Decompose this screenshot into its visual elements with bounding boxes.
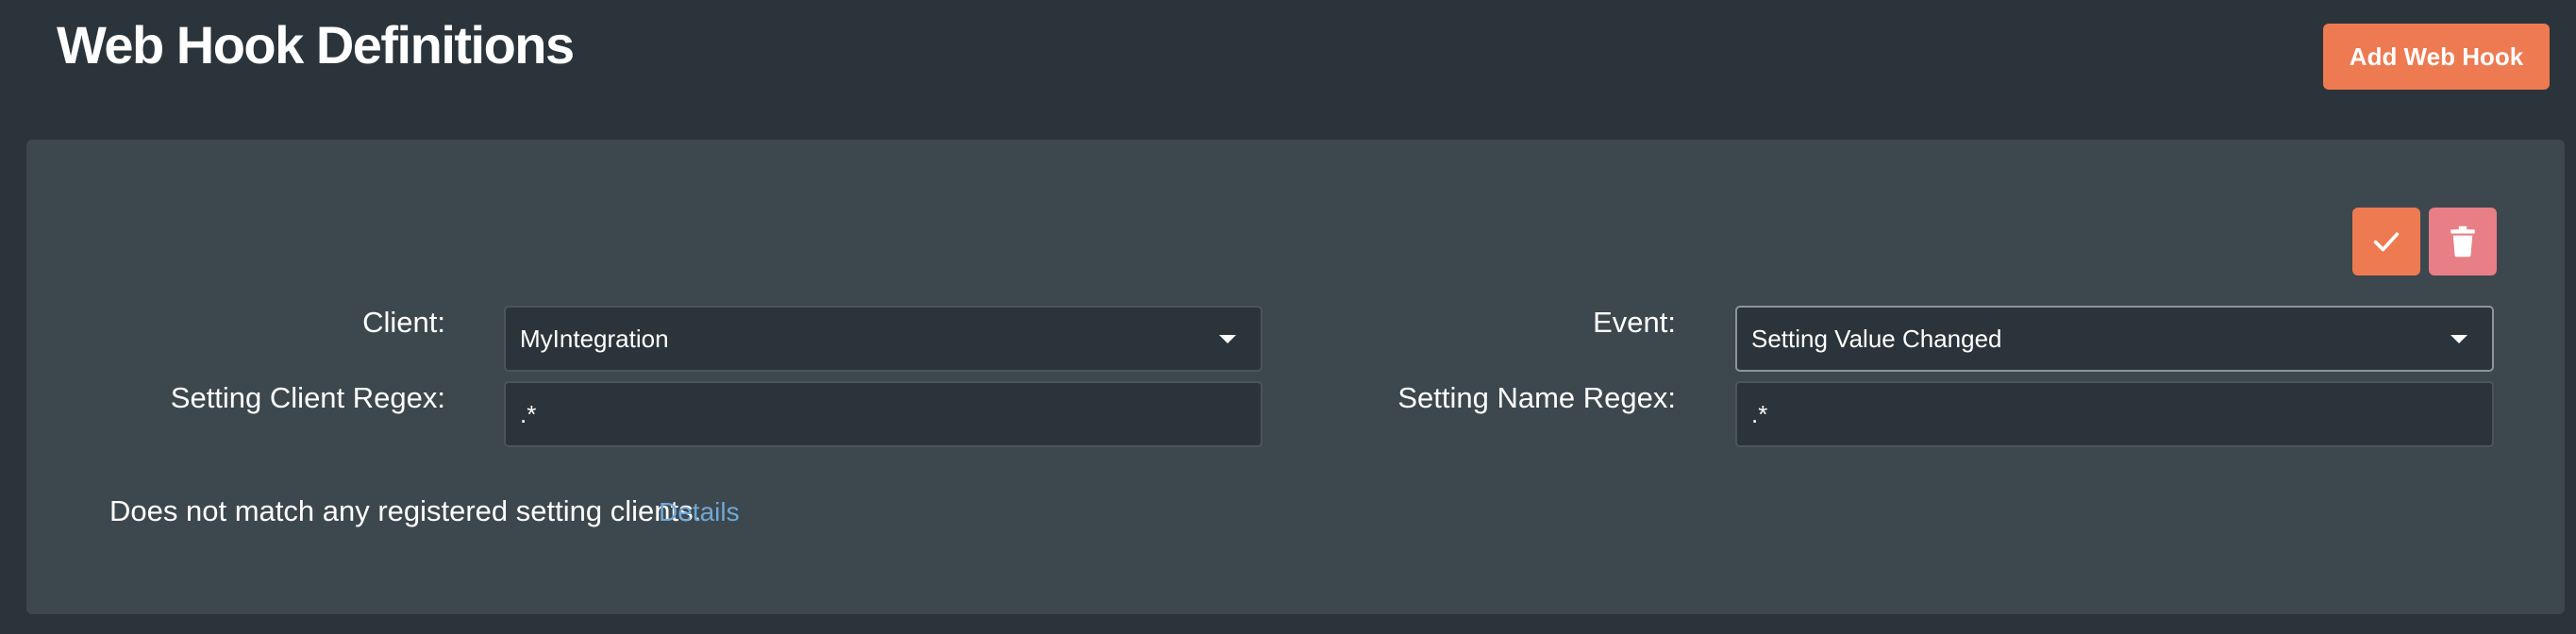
- event-select[interactable]: Setting Value Changed: [1735, 306, 2494, 372]
- webhook-card: Client: MyIntegration Setting Client Reg…: [26, 140, 2565, 614]
- client-select-value: MyIntegration: [520, 324, 669, 353]
- match-status-message: Does not match any registered setting cl…: [109, 494, 702, 527]
- client-label: Client:: [362, 306, 445, 339]
- event-select-value: Setting Value Changed: [1751, 324, 2002, 353]
- setting-name-regex-label: Setting Name Regex:: [1397, 381, 1676, 414]
- page-title: Web Hook Definitions: [57, 15, 575, 75]
- details-link[interactable]: Details: [659, 492, 740, 532]
- trash-icon: [2451, 225, 2475, 258]
- chevron-down-icon: [1219, 335, 1236, 343]
- setting-client-regex-label: Setting Client Regex:: [170, 381, 445, 414]
- setting-name-regex-input[interactable]: [1735, 381, 2494, 447]
- delete-button[interactable]: [2429, 208, 2497, 275]
- checkmark-icon: [2373, 232, 2400, 252]
- save-button[interactable]: [2352, 208, 2420, 275]
- setting-client-regex-input[interactable]: [504, 381, 1263, 447]
- client-select[interactable]: MyIntegration: [504, 306, 1263, 372]
- event-label: Event:: [1593, 306, 1676, 339]
- chevron-down-icon: [2451, 335, 2467, 343]
- add-web-hook-button[interactable]: Add Web Hook: [2323, 24, 2550, 90]
